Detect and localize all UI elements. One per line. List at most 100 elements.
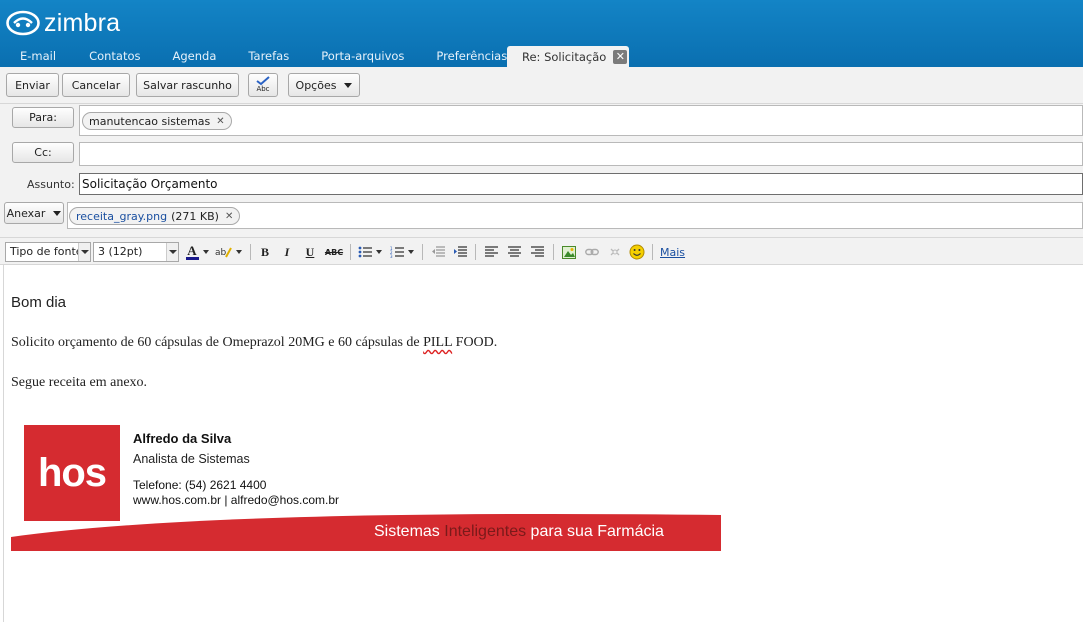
underline-icon[interactable]: U [303,243,317,261]
spell-check-label: Abc [256,84,270,93]
attachment-row: Anexar receita_gray.png (271 KB) ✕ [0,201,1083,237]
save-draft-label: Salvar rascunho [143,78,232,92]
tab-compose-label: Re: Solicitação [522,49,607,64]
attachment-note: Segue receita em anexo. [11,375,148,390]
attachment-field: receita_gray.png (271 KB) ✕ [67,202,1083,229]
zimbra-logo-icon [6,10,40,36]
attach-label: Anexar [6,206,46,220]
tab-calendar[interactable]: Agenda [155,44,231,67]
close-icon[interactable]: ✕ [613,49,628,64]
chevron-down-icon[interactable] [203,243,209,261]
italic-icon[interactable]: I [280,243,294,261]
slogan-part1: Sistemas [374,523,445,540]
tab-compose[interactable]: Re: Solicitação ✕ [507,46,629,67]
tab-briefcase[interactable]: Porta-arquivos [303,44,418,67]
request-text: Solicito orçamento de 60 cápsulas de Ome… [11,335,424,350]
cc-button[interactable]: Cc: [12,142,74,163]
brand-name: zimbra [44,8,121,37]
options-label: Opções [295,78,337,92]
toolbar-divider [422,244,423,260]
recipient-name: manutencao sistemas [89,114,211,128]
toolbar-divider [652,244,653,260]
subject-label: Assunto: [27,178,75,191]
recipient-bubble[interactable]: manutencao sistemas ✕ [82,112,232,130]
numbered-list-icon[interactable]: 123 [389,243,405,261]
email-signature: hos Alfredo da Silva Analista de Sistema… [11,420,721,551]
cancel-button[interactable]: Cancelar [62,73,130,97]
signature-phone: Telefone: (54) 2621 4400 [133,478,267,492]
font-size-select[interactable]: 3 (12pt) [93,242,179,262]
tab-preferences[interactable]: Preferências [418,44,521,67]
chevron-down-icon[interactable] [408,243,414,261]
signature-name: Alfredo da Silva [133,431,232,446]
cancel-label: Cancelar [71,78,121,92]
insert-image-icon[interactable] [561,243,576,261]
send-label: Enviar [15,78,50,92]
subject-row: Assunto: Solicitação Orçamento [0,170,1083,201]
send-button[interactable]: Enviar [6,73,59,97]
remove-recipient-icon[interactable]: ✕ [216,116,224,127]
toolbar-divider [250,244,251,260]
font-size-value: 3 (12pt) [98,245,143,258]
svg-text:ab: ab [215,248,227,258]
emoticon-icon[interactable] [629,243,645,261]
compose-toolbar: Enviar Cancelar Salvar rascunho Abc Opçõ… [0,67,1083,104]
to-field[interactable]: manutencao sistemas ✕ [79,105,1083,136]
chevron-down-icon [78,243,90,261]
slogan-highlight: Inteligentes [444,523,527,540]
indent-icon[interactable] [452,243,467,261]
toolbar-divider [553,244,554,260]
zimbra-logo[interactable]: zimbra [6,8,120,38]
link-icon[interactable] [584,243,599,261]
attachment-name[interactable]: receita_gray.png [76,210,167,223]
subject-input[interactable]: Solicitação Orçamento [79,173,1083,195]
svg-text:3: 3 [390,254,393,258]
attach-button[interactable]: Anexar [4,202,64,224]
align-center-icon[interactable] [506,243,521,261]
font-family-select[interactable]: Tipo de fonte [5,242,91,262]
attachment-size: (271 KB) [171,209,219,223]
options-button[interactable]: Opções [288,73,360,97]
align-right-icon[interactable] [529,243,544,261]
cc-input[interactable] [79,142,1083,166]
attachment-bubble[interactable]: receita_gray.png (271 KB) ✕ [69,207,241,225]
chevron-down-icon [53,210,62,216]
highlight-color-icon[interactable]: ab [215,243,233,261]
chevron-down-icon[interactable] [376,243,382,261]
chevron-down-icon[interactable] [236,243,242,261]
request-text-end: FOOD. [452,335,498,350]
bullet-list-icon[interactable] [357,243,373,261]
tab-contacts[interactable]: Contatos [70,44,154,67]
app-header: zimbra E-mail Contatos Agenda Tarefas Po… [0,0,1083,67]
signature-contacts: www.hos.com.br | alfredo@hos.com.br [133,493,340,507]
text-color-icon[interactable]: A [185,243,199,261]
remove-attachment-icon[interactable]: ✕ [225,211,233,222]
align-left-icon[interactable] [483,243,498,261]
greeting-text: Bom dia [11,294,67,311]
chevron-down-icon [166,243,178,261]
slogan-part2: para sua Farmácia [526,523,664,540]
save-draft-button[interactable]: Salvar rascunho [136,73,239,97]
toolbar-divider [475,244,476,260]
unlink-icon[interactable] [607,243,622,261]
editor-toolbar: Tipo de fonte 3 (12pt) A ab B I U ABC 12… [0,237,1083,265]
request-paragraph: Solicito orçamento de 60 cápsulas de Ome… [11,335,497,351]
to-label: Para: [29,111,57,124]
subject-value: Solicitação Orçamento [82,177,218,191]
tab-tasks[interactable]: Tarefas [230,44,303,67]
hos-logo: hos [24,425,120,521]
tab-email[interactable]: E-mail [0,44,70,67]
chevron-down-icon [344,82,353,88]
to-row: Para: manutencao sistemas ✕ [0,104,1083,136]
bold-icon[interactable]: B [258,243,272,261]
spell-check-button[interactable]: Abc [248,73,278,97]
font-family-value: Tipo de fonte [10,245,83,258]
to-button[interactable]: Para: [12,107,74,128]
cc-label: Cc: [34,146,52,159]
outdent-icon[interactable] [430,243,445,261]
cc-row: Cc: [0,136,1083,170]
misspelled-word[interactable]: PILL [423,335,452,350]
strikethrough-icon[interactable]: ABC [324,243,344,261]
more-link[interactable]: Mais [660,243,685,261]
signature-role: Analista de Sistemas [133,452,250,466]
